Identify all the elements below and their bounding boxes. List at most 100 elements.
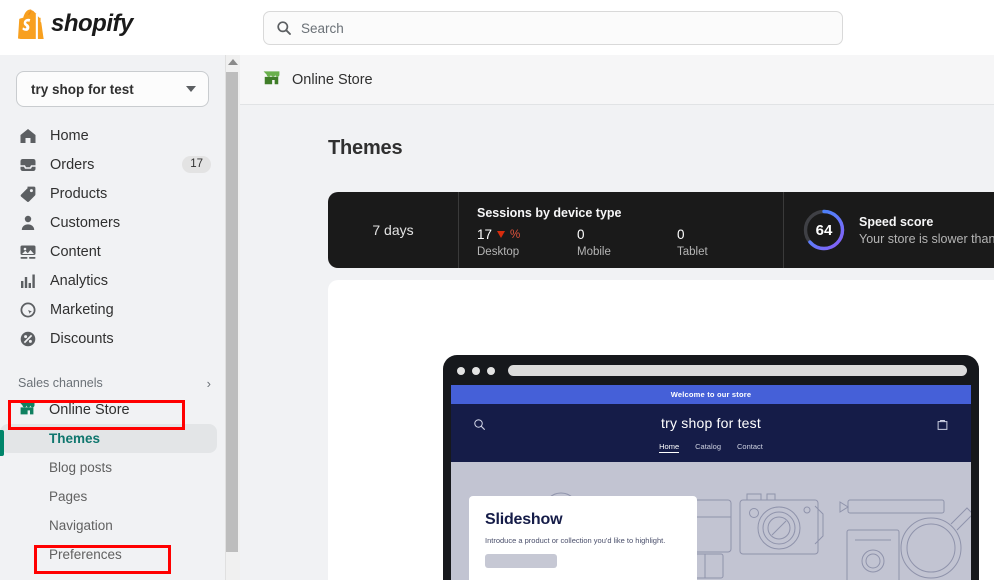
shopify-wordmark: shopify	[51, 10, 133, 37]
scroll-up-arrow-icon[interactable]	[228, 59, 238, 65]
slideshow-title: Slideshow	[485, 511, 563, 528]
sidebar-item-themes[interactable]: Themes	[0, 424, 217, 453]
storefront-search-icon	[473, 418, 486, 436]
shop-selector[interactable]: try shop for test	[16, 71, 209, 107]
sub-label: Pages	[49, 489, 88, 504]
orders-count-badge: 17	[182, 156, 211, 173]
main-content: Online Store Themes 7 days Sessions by d…	[240, 55, 994, 580]
sidebar-item-analytics[interactable]: Analytics	[0, 266, 225, 295]
period-label: 7 days	[372, 222, 414, 238]
desktop-value: 17	[477, 227, 493, 242]
top-bar: shopify Search	[0, 0, 994, 55]
shopify-admin-window: shopify Search try shop for test Home Or…	[0, 0, 994, 580]
search-icon	[277, 21, 291, 35]
storefront-nav-home[interactable]: Home	[659, 442, 680, 453]
store-stats-card: 7 days Sessions by device type 17 % Desk…	[328, 192, 994, 268]
mobile-label: Mobile	[577, 246, 611, 258]
slideshow-subtitle: Introduce a product or collection you'd …	[485, 536, 666, 545]
sidebar-item-marketing[interactable]: Marketing	[0, 295, 225, 324]
home-icon	[18, 126, 37, 145]
customers-person-icon	[18, 213, 37, 232]
sidebar-item-online-store[interactable]: Online Store	[0, 395, 225, 424]
sidebar-item-preferences[interactable]: Preferences	[0, 540, 217, 569]
sidebar-label: Discounts	[50, 330, 114, 347]
sidebar-item-content[interactable]: Content	[0, 237, 225, 266]
speed-score-title: Speed score	[859, 214, 934, 229]
tablet-value: 0	[677, 227, 685, 242]
storefront-cart-icon	[936, 418, 949, 436]
sales-channels-header[interactable]: Sales channels ›	[0, 371, 225, 395]
url-bar	[508, 365, 967, 376]
browser-mockup: Welcome to our store try shop for test H…	[443, 355, 979, 580]
announcement-bar: Welcome to our store	[451, 385, 971, 404]
device-mobile: 0 Mobile	[577, 227, 677, 258]
sessions-title: Sessions by device type	[477, 206, 622, 220]
marketing-target-icon	[18, 300, 37, 319]
sidebar-scrollbar-thumb[interactable]	[226, 72, 238, 552]
sidebar-item-pages[interactable]: Pages	[0, 482, 217, 511]
breadcrumb: Online Store	[240, 55, 994, 105]
window-dot-icon	[487, 366, 495, 375]
storefront-nav-catalog[interactable]: Catalog	[695, 442, 721, 453]
trend-down-icon	[497, 231, 506, 238]
mobile-value: 0	[577, 227, 585, 242]
hero-section: Slideshow Introduce a product or collect…	[451, 462, 971, 580]
storefront-title: try shop for test	[661, 415, 761, 431]
browser-chrome	[451, 365, 971, 385]
sidebar-item-discounts[interactable]: Discounts	[0, 324, 225, 353]
chevron-down-icon	[186, 86, 196, 92]
sub-label: Preferences	[49, 547, 122, 562]
orders-icon	[18, 155, 37, 174]
shopify-bag-icon	[18, 9, 44, 39]
sidebar-label: Products	[50, 185, 108, 202]
shopify-logo[interactable]: shopify	[18, 9, 133, 39]
tablet-label: Tablet	[677, 246, 708, 258]
active-item-indicator	[0, 430, 4, 456]
sub-label: Navigation	[49, 518, 113, 533]
store-icon	[262, 68, 281, 91]
sidebar-item-products[interactable]: Products	[0, 179, 225, 208]
discounts-percent-icon	[18, 329, 37, 348]
sidebar-label: Home	[50, 127, 89, 144]
slideshow-button[interactable]	[485, 554, 557, 568]
sidebar-label: Marketing	[50, 301, 114, 318]
sidebar-item-customers[interactable]: Customers	[0, 208, 225, 237]
storefront-nav: Home Catalog Contact	[451, 442, 971, 453]
analytics-bars-icon	[18, 271, 37, 290]
window-dot-icon	[457, 366, 465, 375]
device-tablet: 0 Tablet	[677, 227, 777, 258]
theme-preview-card: Welcome to our store try shop for test H…	[328, 280, 994, 580]
sidebar-item-navigation[interactable]: Navigation	[0, 511, 217, 540]
desktop-pct: %	[510, 228, 521, 241]
store-icon	[18, 399, 36, 421]
page-title: Themes	[328, 137, 403, 159]
device-desktop: 17 % Desktop	[477, 227, 577, 258]
sessions-by-device: Sessions by device type 17 % Desktop 0 M…	[458, 192, 783, 268]
sidebar-item-orders[interactable]: Orders 17	[0, 150, 225, 179]
breadcrumb-label: Online Store	[292, 71, 373, 88]
slideshow-card: Slideshow Introduce a product or collect…	[469, 496, 697, 580]
online-store-label: Online Store	[49, 401, 130, 418]
sales-channels-title: Sales channels	[18, 376, 103, 390]
speed-score-subtitle: Your store is slower than simila	[859, 231, 994, 246]
speed-score-block: 64 Speed score Your store is slower than…	[783, 192, 994, 268]
storefront-header: try shop for test Home Catalog Contact	[451, 404, 971, 462]
search-input[interactable]: Search	[263, 11, 843, 45]
main-navigation: Home Orders 17 Products Customers Conten…	[0, 121, 225, 353]
stats-period[interactable]: 7 days	[328, 192, 458, 268]
products-tag-icon	[18, 184, 37, 203]
shop-name: try shop for test	[31, 81, 134, 97]
desktop-label: Desktop	[477, 246, 520, 258]
sidebar-item-home[interactable]: Home	[0, 121, 225, 150]
sidebar-label: Analytics	[50, 272, 109, 289]
content-image-icon	[18, 242, 37, 261]
chevron-right-icon: ›	[206, 375, 211, 391]
sidebar: try shop for test Home Orders 17 Product…	[0, 55, 225, 580]
window-dot-icon	[472, 366, 480, 375]
speed-score-value: 64	[815, 221, 833, 239]
storefront-preview[interactable]: Welcome to our store try shop for test H…	[451, 385, 971, 580]
search-placeholder: Search	[301, 20, 344, 36]
storefront-nav-contact[interactable]: Contact	[737, 442, 763, 453]
sidebar-label: Customers	[50, 214, 121, 231]
sidebar-item-blog-posts[interactable]: Blog posts	[0, 453, 217, 482]
